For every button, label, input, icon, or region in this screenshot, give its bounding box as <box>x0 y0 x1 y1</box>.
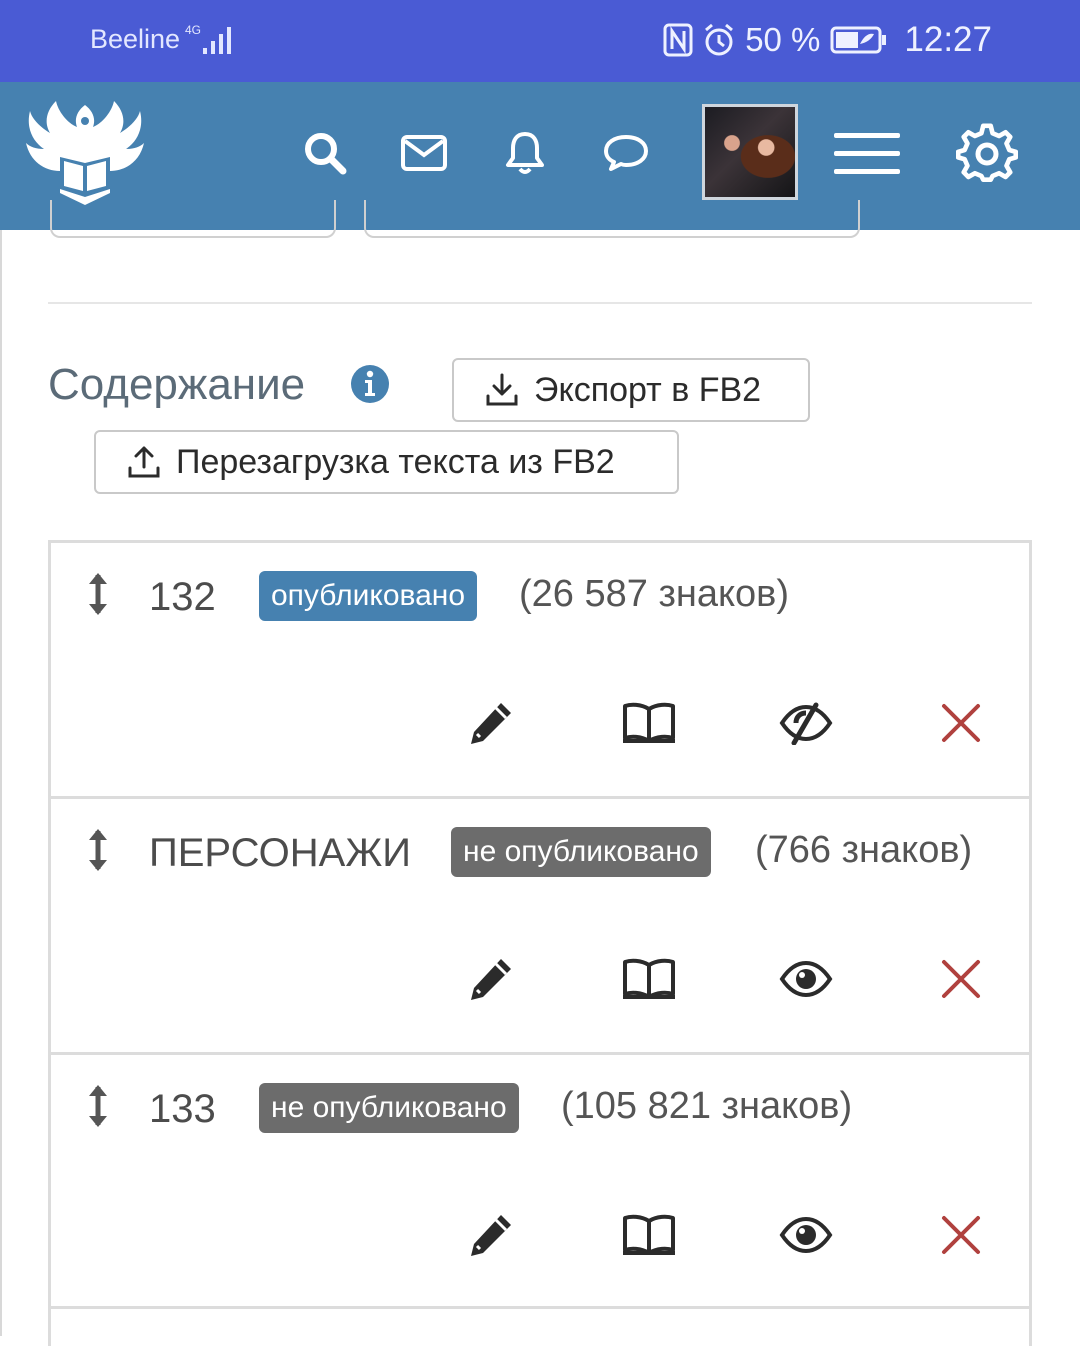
drag-handle-icon[interactable] <box>87 1083 109 1129</box>
status-bar: Beeline 4G 50 % 12:27 <box>0 0 1080 82</box>
download-icon <box>486 373 518 406</box>
eye-icon <box>779 1216 833 1254</box>
read-button[interactable] <box>619 693 679 753</box>
read-button[interactable] <box>619 949 679 1009</box>
nfc-icon <box>663 23 693 57</box>
mail-icon[interactable] <box>398 128 450 178</box>
pencil-icon <box>471 959 511 1000</box>
search-icon[interactable] <box>300 128 350 178</box>
chapter-actions <box>51 949 1029 1009</box>
export-fb2-label: Экспорт в FB2 <box>534 370 762 409</box>
status-badge: опубликовано <box>259 571 478 621</box>
chapter-row: ПЕРСОНАЖИ не опубликовано (766 знаков) <box>51 796 1029 1052</box>
battery-icon <box>830 26 887 54</box>
chapter-title[interactable]: 133 <box>149 1087 216 1132</box>
carrier-name: Beeline <box>90 24 181 54</box>
delete-button[interactable] <box>931 693 991 753</box>
content-section-title: Содержание <box>48 360 306 409</box>
page-border <box>0 230 2 1336</box>
read-button[interactable] <box>619 1205 679 1265</box>
reload-fb2-button[interactable]: Перезагрузка текста из FB2 <box>94 430 679 494</box>
status-badge: не опубликовано <box>259 1083 519 1133</box>
section-divider <box>48 302 1032 304</box>
delete-button[interactable] <box>931 949 991 1009</box>
char-count: (26 587 знаков) <box>519 573 790 615</box>
site-logo-icon[interactable] <box>22 97 148 215</box>
chapter-actions <box>51 693 1029 753</box>
chapter-list: 132 опубликовано (26 587 знаков) ПЕРСОНА… <box>48 540 1032 1308</box>
signal-icon: 4G <box>185 23 231 54</box>
clock: 12:27 <box>904 20 992 59</box>
gear-icon[interactable] <box>954 122 1020 186</box>
partial-field-left <box>50 200 336 238</box>
char-count: (105 821 знаков) <box>561 1085 853 1127</box>
drag-handle-icon[interactable] <box>87 827 109 873</box>
book-icon <box>623 1214 675 1255</box>
drag-handle-icon[interactable] <box>87 571 109 617</box>
chapter-row-partial <box>48 1306 1032 1346</box>
visibility-toggle-button[interactable] <box>776 693 836 753</box>
user-avatar[interactable] <box>702 104 798 200</box>
visibility-toggle-button[interactable] <box>776 1205 836 1265</box>
eye-icon <box>779 960 833 998</box>
edit-button[interactable] <box>461 949 521 1009</box>
bell-icon[interactable] <box>500 126 550 180</box>
battery-percent: 50 % <box>745 21 821 58</box>
edit-button[interactable] <box>461 693 521 753</box>
eye-slash-icon <box>779 702 833 745</box>
upload-icon <box>128 446 160 478</box>
chapter-row: 133 не опубликовано (105 821 знаков) <box>51 1052 1029 1308</box>
export-fb2-button[interactable]: Экспорт в FB2 <box>452 358 810 422</box>
pencil-icon <box>471 1215 511 1256</box>
info-icon[interactable] <box>350 364 390 404</box>
menu-icon[interactable] <box>832 126 902 180</box>
close-icon <box>942 704 980 742</box>
close-icon <box>942 960 980 998</box>
delete-button[interactable] <box>931 1205 991 1265</box>
visibility-toggle-button[interactable] <box>776 949 836 1009</box>
chapter-title[interactable]: 132 <box>149 575 216 620</box>
chat-icon[interactable] <box>600 128 652 178</box>
partial-field-right <box>364 200 860 238</box>
book-icon <box>623 958 675 999</box>
chapter-actions <box>51 1205 1029 1265</box>
status-badge: не опубликовано <box>451 827 711 877</box>
edit-button[interactable] <box>461 1205 521 1265</box>
network-type-label: 4G <box>185 23 201 37</box>
status-right: 50 % 12:27 <box>663 20 992 60</box>
close-icon <box>942 1216 980 1254</box>
pencil-icon <box>471 703 511 744</box>
book-icon <box>623 702 675 743</box>
chapter-row: 132 опубликовано (26 587 знаков) <box>51 540 1029 796</box>
alarm-icon <box>705 23 734 56</box>
char-count: (766 знаков) <box>755 829 973 871</box>
chapter-title[interactable]: ПЕРСОНАЖИ <box>149 831 411 876</box>
reload-fb2-label: Перезагрузка текста из FB2 <box>176 442 615 481</box>
